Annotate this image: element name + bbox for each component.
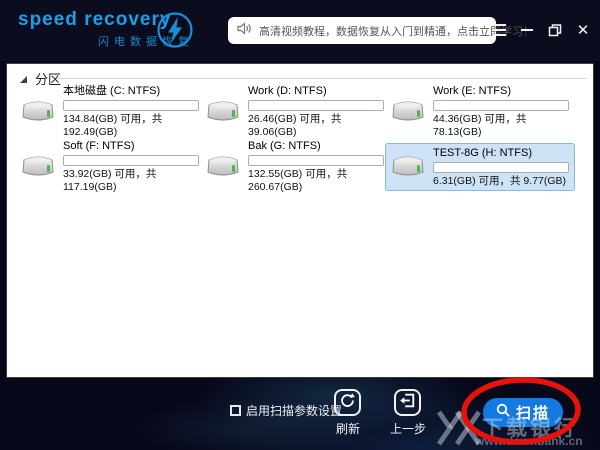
drive-usage-bar xyxy=(433,100,569,111)
partition-section-header: 分区 xyxy=(20,69,61,88)
speaker-icon xyxy=(237,21,252,40)
scan-button-label: 扫描 xyxy=(515,405,550,422)
scan-settings-checkbox[interactable]: 启用扫描参数设置 xyxy=(230,402,342,419)
section-divider xyxy=(57,78,587,79)
watermark-logo-icon xyxy=(436,406,482,450)
watermark-url: www.downbank.cn xyxy=(475,434,583,448)
scan-button[interactable]: 扫描 xyxy=(483,398,563,427)
drive-item-d[interactable]: Work (D: NTFS) 26.46(GB) 可用，共 39.06(GB) xyxy=(200,85,385,138)
drive-item-e[interactable]: Work (E: NTFS) 44.36(GB) 可用，共 78.13(GB) xyxy=(385,85,575,138)
drive-name: Work (E: NTFS) xyxy=(433,85,512,97)
maximize-icon[interactable] xyxy=(546,22,564,38)
bottom-toolbar: 启用扫描参数设置 刷新 上一步 扫描 下载银行 www.downbank.cn xyxy=(0,378,600,450)
drive-item-f[interactable]: Soft (F: NTFS) 33.92(GB) 可用，共 117.19(GB) xyxy=(15,140,200,193)
search-icon xyxy=(496,403,511,423)
drive-usage-text: 33.92(GB) 可用，共 117.19(GB) xyxy=(63,168,157,193)
refresh-icon xyxy=(339,392,356,414)
drive-usage-text: 44.36(GB) 可用，共 78.13(GB) xyxy=(433,113,527,138)
scan-settings-label: 启用扫描参数设置 xyxy=(246,404,343,418)
drive-name: Soft (F: NTFS) xyxy=(63,140,135,152)
drive-name: Work (D: NTFS) xyxy=(248,85,327,97)
drive-list: 本地磁盘 (C: NTFS) 134.84(GB) 可用，共 192.49(GB… xyxy=(15,85,575,193)
menu-icon[interactable] xyxy=(490,22,508,38)
drive-item-h-selected[interactable]: TEST-8G (H: NTFS) 6.31(GB) 可用，共 9.77(GB) xyxy=(385,143,575,191)
hard-drive-icon xyxy=(205,95,243,130)
collapse-triangle-icon[interactable] xyxy=(20,76,27,83)
back-button[interactable] xyxy=(394,389,421,416)
hard-drive-icon xyxy=(20,95,58,130)
promo-banner[interactable]: 高清视频教程，数据恢复从入门到精通，点击立即学习！ xyxy=(228,17,534,44)
drive-item-g[interactable]: Bak (G: NTFS) 132.55(GB) 可用，共 260.67(GB) xyxy=(200,140,385,193)
drive-usage-bar xyxy=(63,155,199,166)
hard-drive-icon xyxy=(205,150,243,185)
window-controls: ✕ xyxy=(490,22,592,38)
title-bar: speed recovery 闪电数据恢复 高清视频教程，数据恢复从入门到精通，… xyxy=(0,0,600,62)
drive-item-c[interactable]: 本地磁盘 (C: NTFS) 134.84(GB) 可用，共 192.49(GB… xyxy=(15,85,200,138)
close-icon[interactable]: ✕ xyxy=(574,22,592,38)
drive-usage-bar xyxy=(248,155,384,166)
hard-drive-icon xyxy=(390,150,428,185)
drive-usage-text: 134.84(GB) 可用，共 192.49(GB) xyxy=(63,113,163,138)
back-button-label: 上一步 xyxy=(389,422,426,436)
drive-usage-text: 132.55(GB) 可用，共 260.67(GB) xyxy=(248,168,348,193)
drive-usage-bar xyxy=(433,161,569,173)
drive-name: Bak (G: NTFS) xyxy=(248,140,321,152)
minimize-icon[interactable] xyxy=(518,22,536,38)
lightning-icon xyxy=(156,11,194,54)
drive-name: 本地磁盘 (C: NTFS) xyxy=(63,85,161,97)
refresh-button-label: 刷新 xyxy=(335,422,360,436)
partition-panel: 分区 本地磁盘 (C: NTFS) 134.84(GB) 可用，共 192.49… xyxy=(6,63,594,378)
drive-usage-text: 26.46(GB) 可用，共 39.06(GB) xyxy=(248,113,342,138)
checkbox-icon[interactable] xyxy=(230,405,241,416)
drive-usage-bar xyxy=(63,100,199,111)
hard-drive-icon xyxy=(20,150,58,185)
drive-usage-text: 6.31(GB) 可用，共 9.77(GB) xyxy=(433,174,567,187)
drive-usage-bar xyxy=(248,100,384,111)
back-exit-icon xyxy=(399,392,416,414)
drive-name: TEST-8G (H: NTFS) xyxy=(433,146,532,159)
refresh-button[interactable] xyxy=(334,389,361,416)
hard-drive-icon xyxy=(390,95,428,130)
